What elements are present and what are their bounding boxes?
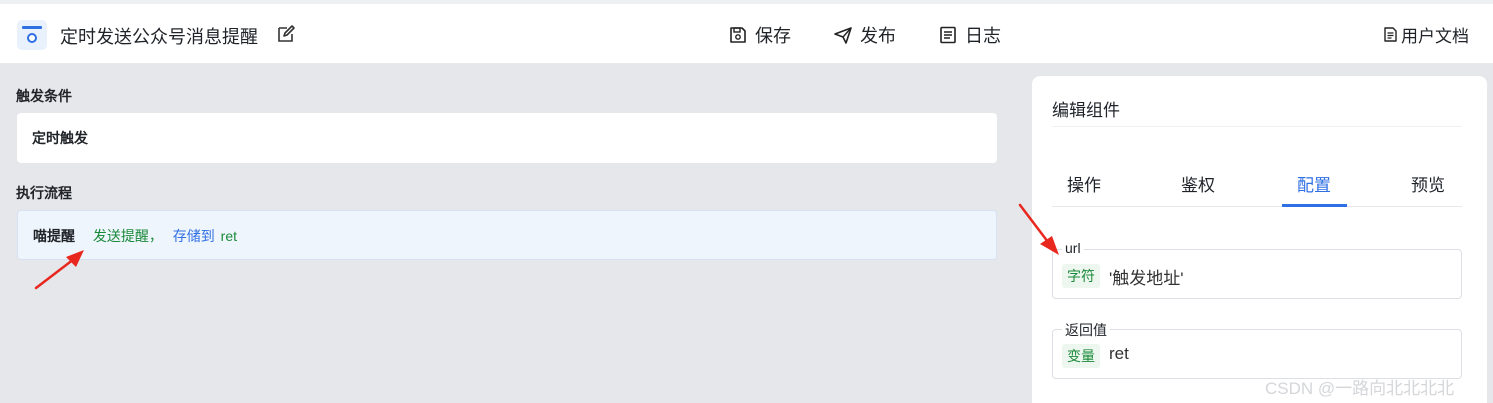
trigger-value: 定时触发 bbox=[32, 130, 88, 146]
user-docs-label: 用户文档 bbox=[1401, 27, 1469, 46]
active-tab-indicator bbox=[1282, 204, 1347, 207]
url-field-label: url bbox=[1062, 240, 1084, 256]
publish-label: 发布 bbox=[860, 26, 896, 46]
flow-step-store-label: 存储到 bbox=[172, 228, 215, 244]
return-value-field-value[interactable]: ret bbox=[1109, 344, 1129, 364]
watermark-text: CSDN @一路向北北北北 bbox=[1265, 379, 1455, 398]
url-field-value[interactable]: '触发地址' bbox=[1109, 264, 1184, 289]
user-docs-link[interactable]: 用户文档 bbox=[1383, 22, 1469, 47]
tab-auth[interactable]: 鉴权 bbox=[1181, 171, 1215, 196]
panel-tabs: 操作 鉴权 配置 预览 bbox=[1052, 171, 1462, 207]
send-icon bbox=[834, 27, 852, 44]
tab-preview[interactable]: 预览 bbox=[1411, 171, 1445, 196]
trigger-section-label: 触发条件 bbox=[16, 88, 72, 104]
panel-title: 编辑组件 bbox=[1052, 101, 1120, 120]
url-type-tag[interactable]: 字符 bbox=[1062, 264, 1100, 288]
tab-config[interactable]: 配置 bbox=[1297, 171, 1331, 196]
panel-divider bbox=[1052, 126, 1462, 127]
edit-component-panel: 编辑组件 操作 鉴权 配置 预览 url 字符 '触发地址' 返回值 变量 re… bbox=[1032, 76, 1487, 403]
log-icon bbox=[940, 26, 956, 44]
log-label: 日志 bbox=[965, 26, 1001, 46]
return-value-field[interactable]: 返回值 变量 ret bbox=[1052, 320, 1462, 379]
flow-step-name: 喵提醒 bbox=[33, 228, 75, 244]
trigger-card[interactable]: 定时触发 bbox=[17, 113, 997, 163]
flow-step-store-var: ret bbox=[220, 228, 238, 244]
save-button[interactable]: 保存 bbox=[729, 22, 791, 48]
return-value-type-tag[interactable]: 变量 bbox=[1062, 344, 1100, 368]
flow-section-label: 执行流程 bbox=[16, 185, 72, 201]
flow-step-card[interactable]: 喵提醒 发送提醒， 存储到 ret bbox=[17, 210, 997, 260]
tab-operation[interactable]: 操作 bbox=[1067, 171, 1101, 196]
log-button[interactable]: 日志 bbox=[939, 22, 1001, 48]
app-header: 定时发送公众号消息提醒 保存 发布 日志 用户文档 bbox=[0, 4, 1493, 64]
workflow-canvas: 触发条件 定时触发 执行流程 喵提醒 发送提醒， 存储到 ret bbox=[0, 65, 1018, 403]
app-title: 定时发送公众号消息提醒 bbox=[60, 27, 258, 47]
url-field[interactable]: url 字符 '触发地址' bbox=[1052, 240, 1462, 299]
flow-step-action: 发送提醒， bbox=[92, 228, 163, 244]
save-icon bbox=[730, 27, 746, 43]
save-label: 保存 bbox=[755, 26, 791, 46]
document-icon bbox=[1384, 27, 1397, 42]
edit-title-icon[interactable] bbox=[276, 24, 296, 44]
publish-button[interactable]: 发布 bbox=[834, 22, 896, 48]
app-logo-icon bbox=[17, 20, 47, 50]
return-value-field-label: 返回值 bbox=[1062, 320, 1110, 340]
